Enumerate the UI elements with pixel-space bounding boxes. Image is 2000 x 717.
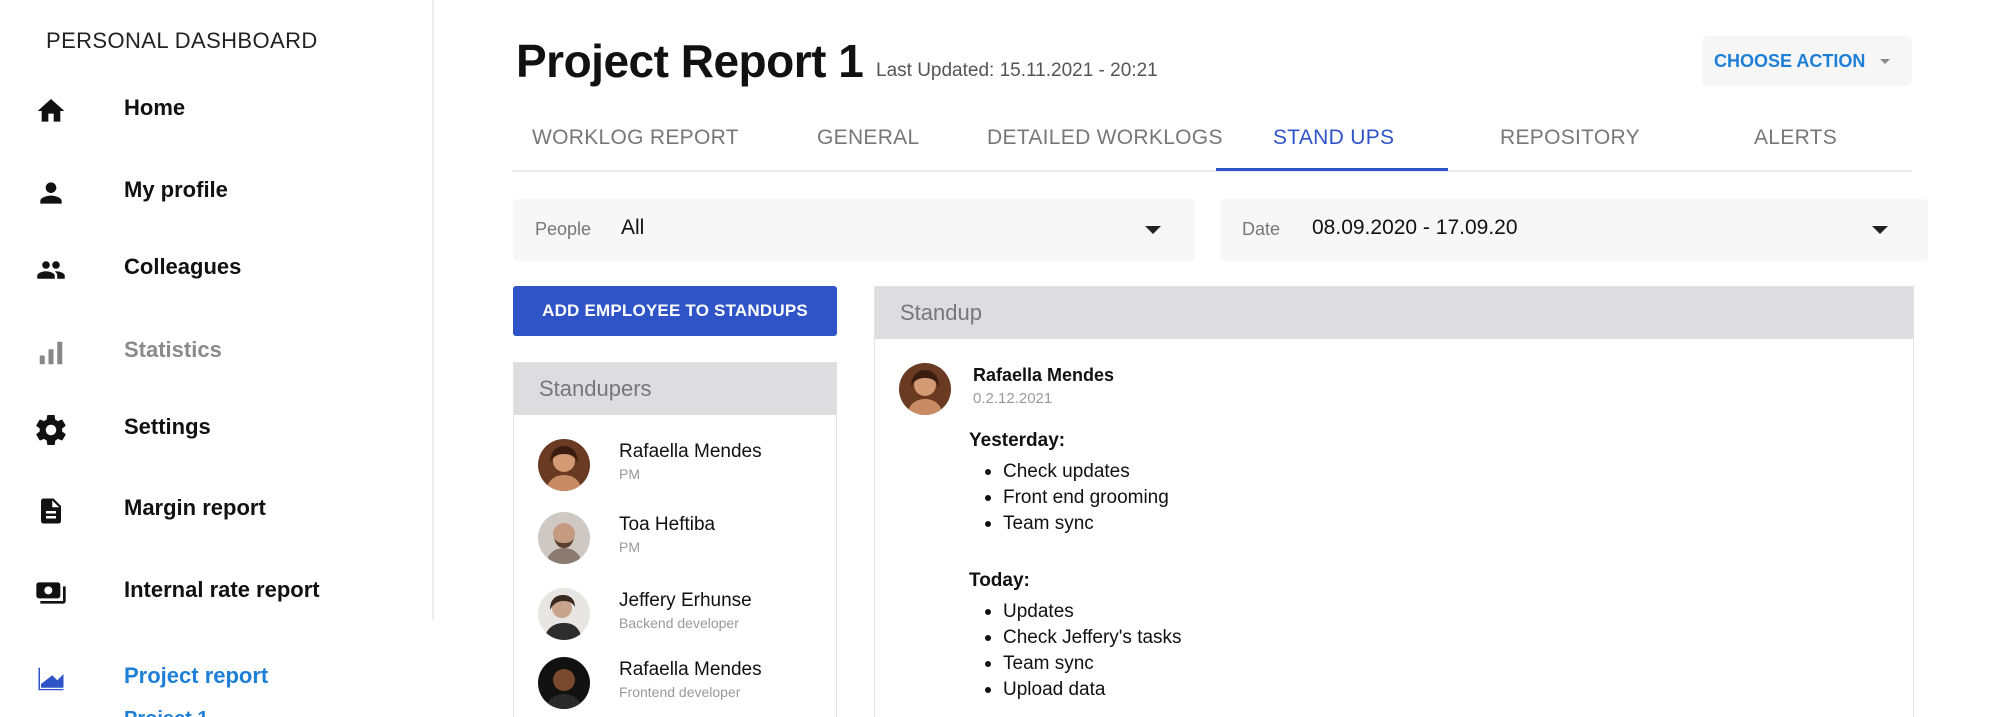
chevron-down-icon — [1872, 226, 1888, 234]
sidebar-item-internal-rate-report[interactable]: Internal rate report — [6, 560, 426, 620]
tab-bar: WORKLOG REPORT GENERAL DETAILED WORKLOGS… — [512, 114, 1912, 172]
standup-author: Rafaella Mendes — [973, 365, 1115, 385]
sidebar-item-label: Margin report — [124, 495, 266, 520]
sidebar-item-label: My profile — [124, 177, 228, 202]
list-item: Front end grooming — [969, 485, 1169, 511]
document-icon — [33, 493, 69, 529]
sidebar-item-project-report[interactable]: Project report — [6, 646, 426, 706]
brand-title: PERSONAL DASHBOARD — [46, 28, 318, 53]
list-item: Team sync — [969, 511, 1169, 537]
people-filter-value: All — [621, 216, 645, 239]
list-item: Team sync — [969, 651, 1182, 677]
person-name: Jeffery Erhunse — [619, 590, 752, 611]
sidebar-item-label: Colleagues — [124, 254, 242, 279]
money-icon — [33, 575, 69, 611]
date-filter-value: 08.09.2020 - 17.09.20 — [1312, 216, 1518, 239]
avatar — [538, 512, 590, 564]
chevron-down-icon — [1145, 226, 1161, 234]
sidebar-item-settings[interactable]: Settings — [6, 397, 426, 457]
add-employee-button[interactable]: ADD EMPLOYEE TO STANDUPS — [513, 286, 837, 336]
standup-header: Standup — [875, 287, 1913, 339]
sidebar: PERSONAL DASHBOARD Home My profile Colle… — [6, 0, 432, 717]
person-role: PM — [619, 466, 640, 482]
sidebar-item-label: Internal rate report — [124, 577, 320, 602]
choose-action-label: CHOOSE ACTION — [1714, 50, 1866, 71]
tab-stand-ups[interactable]: STAND UPS — [1273, 126, 1394, 150]
sidebar-item-colleagues[interactable]: Colleagues — [6, 237, 426, 297]
date-filter-select[interactable]: Date 08.09.2020 - 17.09.20 — [1220, 199, 1928, 261]
person-name: Rafaella Mendes — [619, 659, 762, 680]
sidebar-item-my-profile[interactable]: My profile — [6, 160, 426, 220]
avatar — [538, 588, 590, 640]
avatar — [899, 363, 951, 415]
chevron-down-icon — [1880, 59, 1890, 64]
person-name: Toa Heftiba — [619, 514, 716, 535]
avatar — [538, 657, 590, 709]
person-name: Rafaella Mendes — [619, 441, 762, 462]
yesterday-list: Check updates Front end grooming Team sy… — [969, 459, 1169, 537]
page-title: Project Report 1 — [516, 35, 864, 87]
today-heading: Today: — [969, 570, 1030, 591]
tab-general[interactable]: GENERAL — [817, 126, 919, 150]
list-item[interactable]: Rafaella Mendes PM — [538, 439, 828, 495]
last-updated-text: Last Updated: 15.11.2021 - 20:21 — [876, 60, 1158, 81]
sidebar-item-label: Settings — [124, 414, 211, 439]
standupers-header: Standupers — [514, 363, 836, 415]
sidebar-item-home[interactable]: Home — [6, 78, 426, 138]
tab-worklog-report[interactable]: WORKLOG REPORT — [532, 126, 739, 150]
sidebar-item-label: Project report — [124, 663, 269, 688]
sidebar-item-label: Statistics — [124, 337, 222, 362]
bar-chart-icon — [33, 335, 69, 371]
avatar — [538, 439, 590, 491]
sidebar-divider — [432, 0, 434, 620]
yesterday-heading: Yesterday: — [969, 430, 1066, 451]
person-role: Backend developer — [619, 615, 739, 631]
list-item: Upload data — [969, 677, 1182, 703]
standupers-panel: Standupers Rafaella Mendes PM Toa Heftib… — [513, 362, 837, 717]
gear-icon — [33, 412, 69, 448]
person-role: Frontend developer — [619, 684, 741, 700]
area-chart-icon — [33, 661, 69, 697]
people-filter-select[interactable]: People All — [513, 199, 1195, 261]
person-role: PM — [619, 539, 640, 555]
list-item[interactable]: Rafaella Mendes Frontend developer — [538, 657, 828, 713]
tab-alerts[interactable]: ALERTS — [1754, 126, 1837, 150]
sidebar-item-margin-report[interactable]: Margin report — [6, 478, 426, 538]
list-item[interactable]: Toa Heftiba PM — [538, 512, 828, 568]
people-filter-label: People — [535, 219, 592, 239]
standup-panel: Standup Rafaella Mendes 0.2.12.2021 Yest… — [874, 286, 1914, 717]
sidebar-item-label: Home — [124, 95, 186, 120]
list-item: Updates — [969, 599, 1182, 625]
today-list: Updates Check Jeffery's tasks Team sync … — [969, 599, 1182, 703]
sidebar-item-statistics[interactable]: Statistics — [6, 320, 426, 380]
list-item[interactable]: Jeffery Erhunse Backend developer — [538, 588, 828, 644]
people-icon — [33, 252, 69, 288]
person-icon — [33, 175, 69, 211]
active-tab-indicator — [1216, 168, 1448, 171]
tab-detailed-worklogs[interactable]: DETAILED WORKLOGS — [987, 126, 1223, 150]
date-filter-label: Date — [1242, 219, 1281, 239]
choose-action-dropdown[interactable]: CHOOSE ACTION — [1702, 36, 1912, 86]
tab-repository[interactable]: REPOSITORY — [1500, 126, 1640, 150]
sidebar-subitem-project[interactable]: Project 1 — [124, 707, 208, 717]
list-item: Check updates — [969, 459, 1169, 485]
list-item: Check Jeffery's tasks — [969, 625, 1182, 651]
home-icon — [33, 93, 69, 129]
standup-date: 0.2.12.2021 — [973, 390, 1053, 407]
